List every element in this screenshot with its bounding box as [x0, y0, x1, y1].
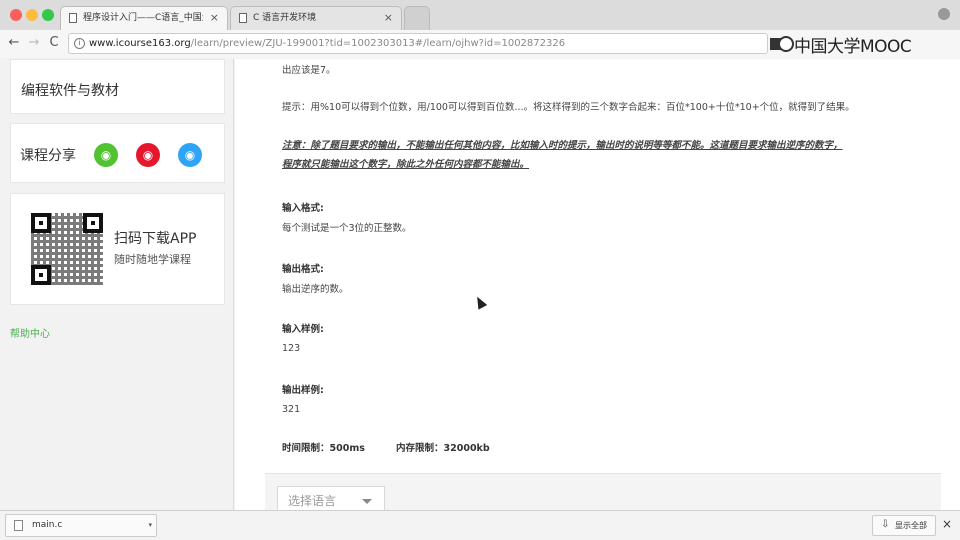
tab-label: C 语言开发环境 — [253, 13, 317, 23]
wechat-icon[interactable]: ◉ — [94, 143, 118, 167]
output-description-tail: 出应该是7。 — [282, 65, 336, 76]
share-title: 课程分享 — [20, 148, 76, 164]
qr-finder — [31, 265, 51, 285]
new-tab-button[interactable] — [404, 6, 430, 30]
tab-strip: 程序设计入门——C语言_中国大 × C 语言开发环境 × — [0, 0, 960, 30]
language-select-placeholder: 选择语言 — [288, 494, 337, 508]
minimize-window-button[interactable] — [26, 9, 38, 21]
app-subtitle: 随时随地学课程 — [114, 253, 191, 266]
profile-icon[interactable] — [938, 8, 950, 20]
close-window-button[interactable] — [10, 9, 22, 21]
page-icon — [239, 13, 247, 23]
tab-course-page[interactable]: 程序设计入门——C语言_中国大 × — [60, 6, 228, 30]
close-shelf-icon[interactable]: × — [942, 517, 952, 531]
tab-label: 程序设计入门——C语言_中国大 — [83, 13, 203, 23]
problem-panel: 出应该是7。 提示：用%10可以得到个位数，用/100可以得到百位数...。将这… — [235, 59, 960, 510]
browser-toolbar: ← → C i www.icourse163.org/learn/preview… — [0, 30, 960, 58]
url-host: www.icourse163.org — [89, 38, 191, 49]
download-shelf: main.c ▾ ⇩ 显示全部 × — [0, 510, 960, 540]
language-select[interactable]: 选择语言 — [277, 486, 385, 510]
forward-button[interactable]: → — [26, 35, 42, 51]
download-menu-icon[interactable]: ▾ — [148, 515, 152, 536]
file-icon — [14, 520, 23, 531]
qq-icon[interactable]: ◉ — [178, 143, 202, 167]
info-icon[interactable]: i — [74, 38, 85, 49]
qr-finder — [83, 213, 103, 233]
mooc-logo-icon — [770, 36, 794, 52]
address-bar[interactable]: i www.icourse163.org/learn/preview/ZJU-1… — [68, 33, 768, 54]
help-center-link[interactable]: 帮助中心 — [10, 325, 50, 340]
input-sample-label: 输入样例: — [282, 324, 324, 335]
show-all-label: 显示全部 — [895, 521, 927, 530]
weibo-icon[interactable]: ◉ — [136, 143, 160, 167]
tab-close-icon[interactable]: × — [384, 7, 393, 29]
app-title: 扫码下载APP — [114, 231, 197, 247]
share-card: 课程分享 ◉ ◉ ◉ — [10, 123, 225, 183]
output-sample-label: 输出样例: — [282, 385, 324, 396]
tools-card[interactable]: 编程软件与教材 — [10, 59, 225, 114]
app-download-card: 扫码下载APP 随时随地学课程 — [10, 193, 225, 305]
zoom-window-button[interactable] — [42, 9, 54, 21]
page-icon — [69, 13, 77, 23]
note-line: 程序就只能输出这个数字，除此之外任何内容都不能输出。 — [282, 159, 530, 170]
output-format-label: 输出格式: — [282, 264, 324, 275]
hint-text: 提示：用%10可以得到个位数，用/100可以得到百位数...。将这样得到的三个数… — [282, 102, 855, 113]
qr-finder — [31, 213, 51, 233]
input-sample-value: 123 — [282, 343, 301, 354]
download-icon: ⇩ — [881, 519, 890, 530]
time-limit: 时间限制：500ms — [282, 443, 365, 454]
qr-code — [31, 213, 103, 285]
tab-dev-env[interactable]: C 语言开发环境 × — [230, 6, 402, 30]
note-text: 注意：除了题目要求的输出，不能输出任何其他内容，比如输入时的提示，输出时的说明等… — [282, 136, 932, 174]
language-bar: 选择语言 — [265, 473, 941, 510]
mooc-logo-text: 中国大学MOOC — [794, 36, 912, 57]
mooc-logo: 中国大学MOOC — [770, 33, 912, 57]
note-line: 注意：除了题目要求的输出，不能输出任何其他内容，比如输入时的提示，输出时的说明等… — [282, 140, 843, 151]
browser-chrome: 程序设计入门——C语言_中国大 × C 语言开发环境 × ← → C i www… — [0, 0, 960, 58]
output-format-text: 输出逆序的数。 — [282, 284, 349, 295]
download-item[interactable]: main.c ▾ — [5, 514, 157, 537]
download-file-name: main.c — [32, 520, 63, 530]
reload-button[interactable]: C — [46, 35, 62, 51]
tools-title[interactable]: 编程软件与教材 — [21, 80, 119, 100]
url-path: /learn/preview/ZJU-199001?tid=1002303013… — [190, 38, 566, 49]
output-sample-value: 321 — [282, 404, 301, 415]
tab-close-icon[interactable]: × — [210, 7, 219, 29]
back-button[interactable]: ← — [6, 35, 22, 51]
show-all-button[interactable]: ⇩ 显示全部 — [872, 515, 936, 536]
chevron-down-icon — [362, 499, 372, 504]
input-format-label: 输入格式: — [282, 203, 324, 214]
input-format-text: 每个测试是一个3位的正整数。 — [282, 223, 412, 234]
sidebar: 编程软件与教材 课程分享 ◉ ◉ ◉ 扫码下载APP 随时随地学课程 帮助中心 — [0, 59, 234, 510]
memory-limit: 内存限制：32000kb — [396, 443, 490, 454]
